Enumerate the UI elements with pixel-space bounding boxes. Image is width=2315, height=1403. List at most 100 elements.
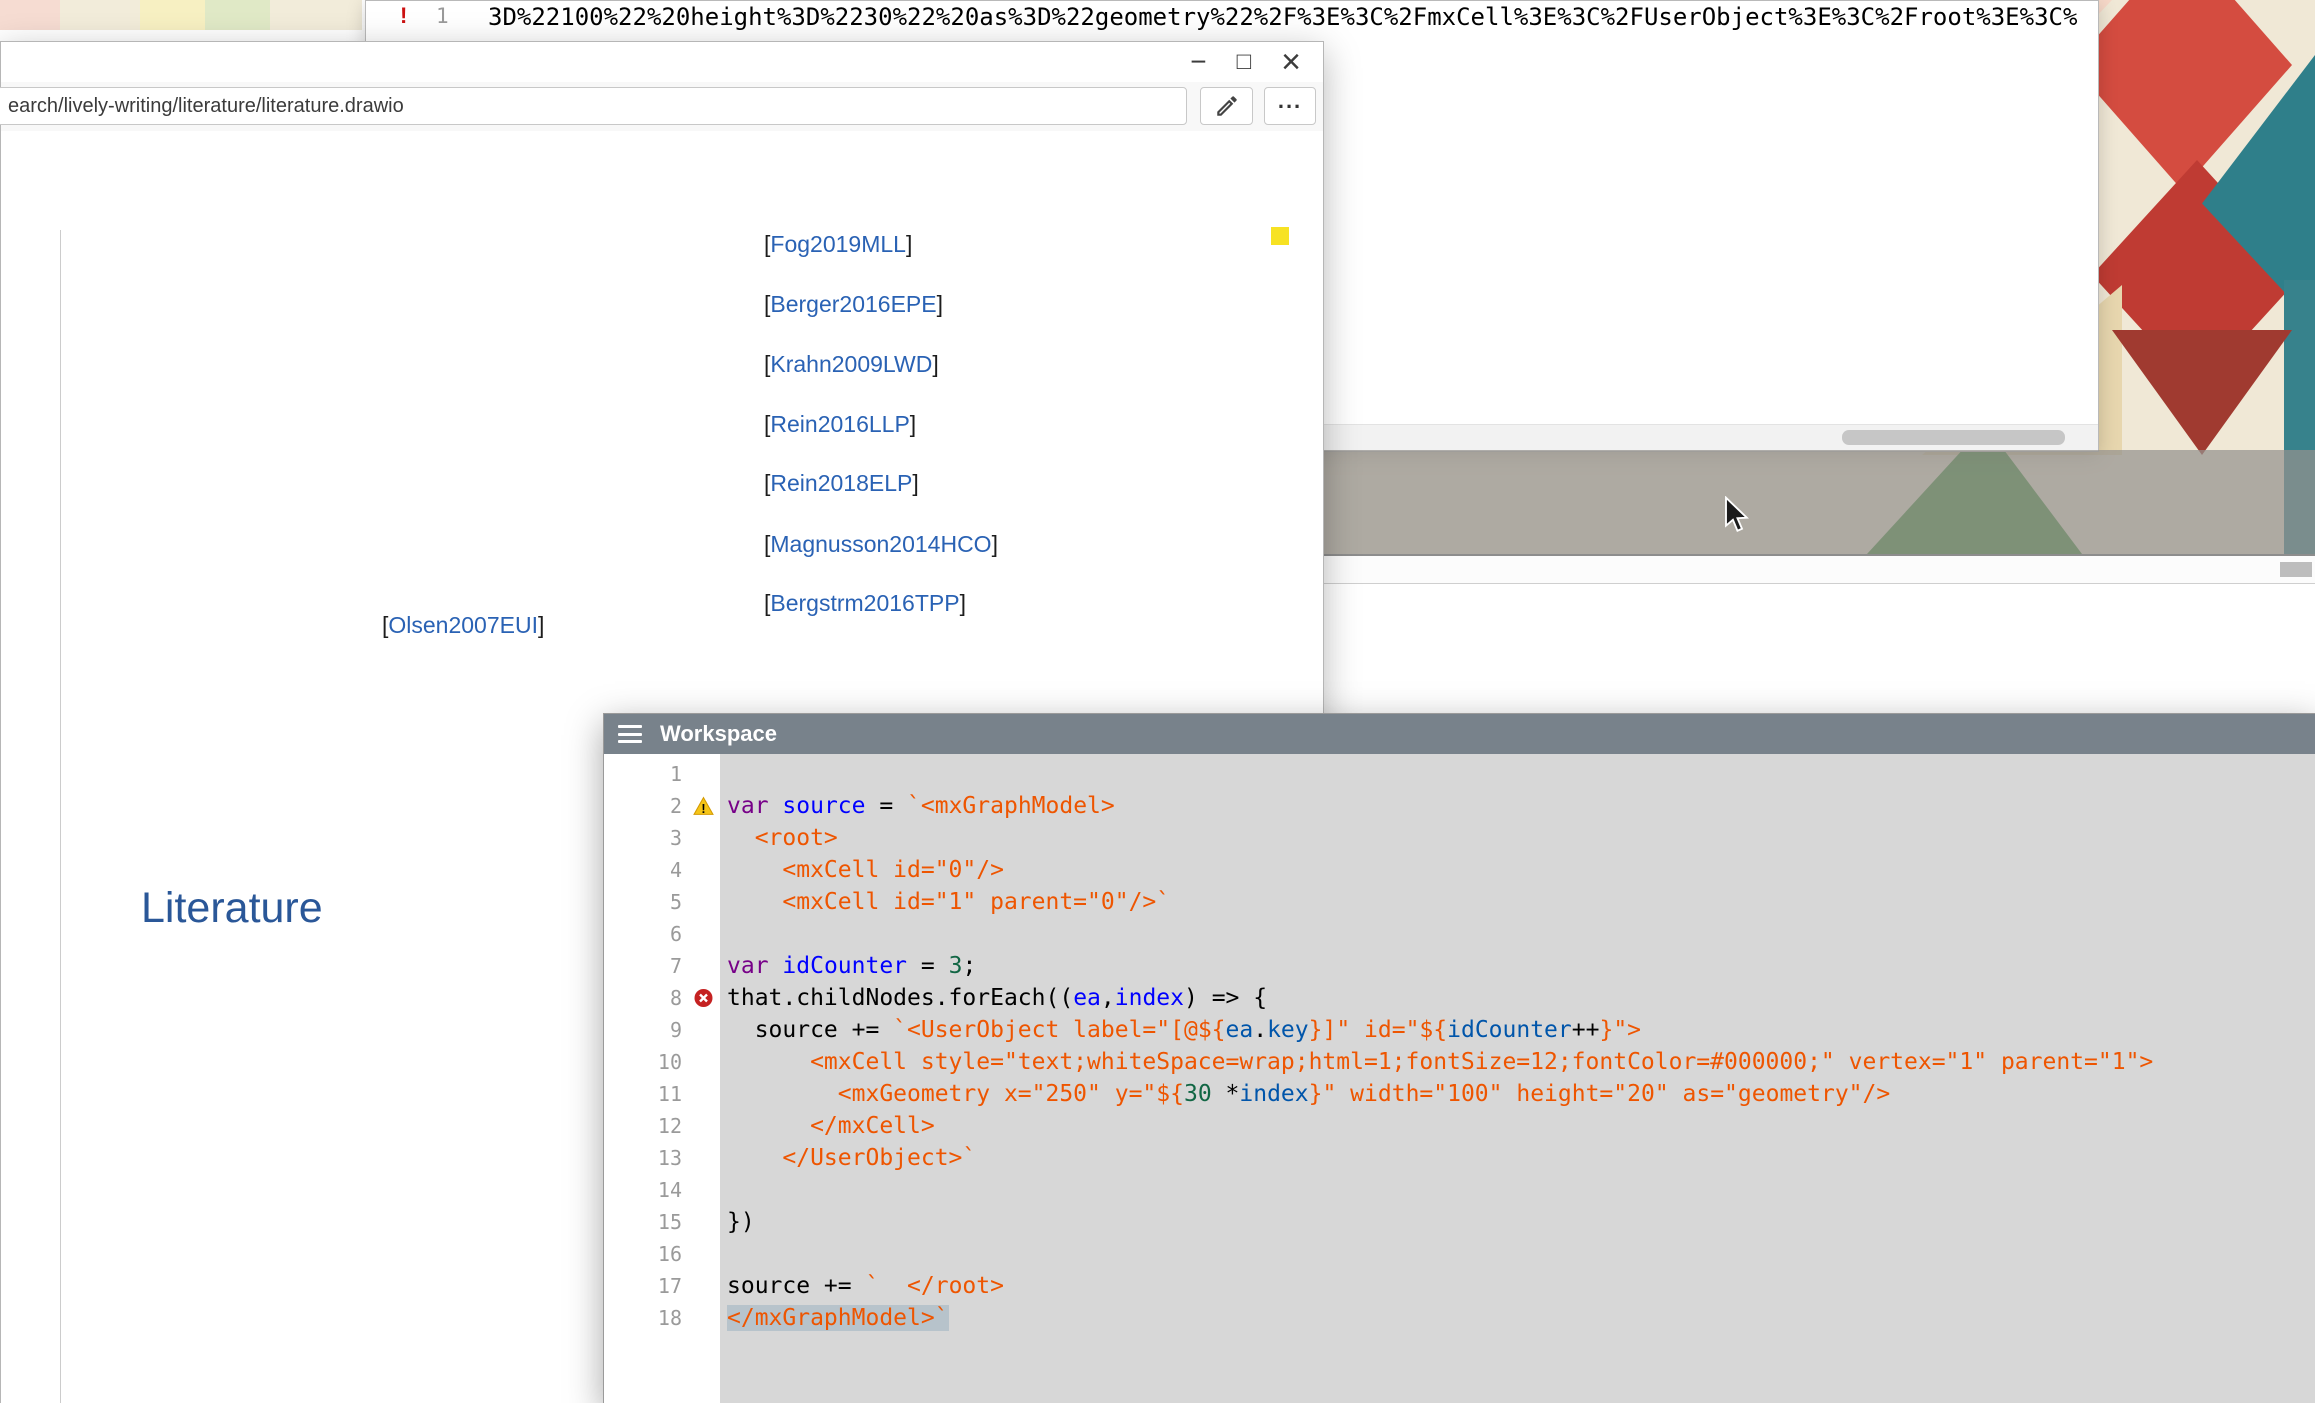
code-token: index	[1239, 1081, 1308, 1107]
code-token: <mxGeometry x="250" y="	[727, 1081, 1156, 1107]
citation-text[interactable]: Olsen2007EUI	[388, 612, 538, 638]
line-number[interactable]: 7	[604, 950, 720, 982]
line-number[interactable]: 6	[604, 918, 720, 950]
code-line[interactable]: <root>	[727, 822, 2315, 854]
mouse-cursor	[1722, 496, 1754, 534]
code-token: ]" id="	[1322, 1017, 1419, 1043]
line-number[interactable]: 5	[604, 886, 720, 918]
code-token: 3	[949, 953, 963, 979]
code-line[interactable]: source += `<UserObject label="[@${ea.key…	[727, 1014, 2315, 1046]
line-number[interactable]: 2!	[604, 790, 720, 822]
code-token: </UserObject>`	[727, 1145, 976, 1171]
code-token: " width="100" height="20" as="geometry"/…	[1322, 1081, 1890, 1107]
code-line[interactable]: </mxCell>	[727, 1110, 2315, 1142]
bracket: ]	[960, 590, 966, 616]
citation-link[interactable]: [Fog2019MLL]	[764, 231, 912, 258]
workspace-code[interactable]: var source = `<mxGraphModel> <root> <mxC…	[720, 754, 2315, 1403]
error-icon	[693, 988, 714, 1008]
line-number[interactable]: 1	[604, 758, 720, 790]
citation-link[interactable]: [Magnusson2014HCO]	[764, 531, 998, 558]
citation-link[interactable]: [Berger2016EPE]	[764, 291, 943, 318]
background-editor-line[interactable]: ! 1 3D%22100%22%20height%3D%2230%22%20as…	[366, 1, 2098, 31]
code-token: ">	[1613, 1017, 1641, 1043]
citation-link[interactable]: [Rein2016LLP]	[764, 411, 916, 438]
bracket: ]	[906, 231, 912, 257]
citation-text[interactable]: Berger2016EPE	[770, 291, 936, 317]
code-token: ${	[1419, 1017, 1447, 1043]
bracket: ]	[910, 411, 916, 437]
code-token: *	[1212, 1081, 1240, 1107]
code-token: that.childNodes.forEach((	[727, 985, 1073, 1011]
workspace-gutter[interactable]: 12!3456789101112131415161718	[604, 754, 720, 1403]
scrollbar-thumb[interactable]	[2280, 562, 2312, 577]
code-token: idCounter	[782, 953, 907, 979]
citation-link[interactable]: [Krahn2009LWD]	[764, 351, 939, 378]
code-token: })	[727, 1209, 755, 1235]
code-line[interactable]	[727, 758, 2315, 790]
citation-link[interactable]: [Bergstrm2016TPP]	[764, 590, 966, 617]
code-token: }	[1309, 1017, 1323, 1043]
code-line[interactable]	[727, 1238, 2315, 1270]
code-line[interactable]	[727, 918, 2315, 950]
citation-text[interactable]: Krahn2009LWD	[770, 351, 932, 377]
line-number[interactable]: 15	[604, 1206, 720, 1238]
scrollbar-thumb[interactable]	[1842, 430, 2065, 445]
citation-link[interactable]: [Olsen2007EUI]	[382, 612, 544, 639]
line-number[interactable]: 9	[604, 1014, 720, 1046]
code-token: idCounter	[1447, 1017, 1572, 1043]
code-token: <mxCell id="1" parent="0"/>`	[727, 889, 1170, 915]
citation-text[interactable]: Fog2019MLL	[770, 231, 906, 257]
code-line[interactable]: <mxCell id="0"/>	[727, 854, 2315, 886]
background-window-area	[1322, 584, 2315, 714]
bracket: ]	[937, 291, 943, 317]
code-token: ${	[1198, 1017, 1226, 1043]
encoded-xml-text: 3D%22100%22%20height%3D%2230%22%20as%3D%…	[488, 3, 2077, 31]
code-line[interactable]: </UserObject>`	[727, 1142, 2315, 1174]
pattern-shape	[2112, 330, 2292, 455]
code-line[interactable]: <mxCell style="text;whiteSpace=wrap;html…	[727, 1046, 2315, 1078]
line-number[interactable]: 3	[604, 822, 720, 854]
workspace-window: Workspace 12!3456789101112131415161718 v…	[603, 713, 2315, 1403]
code-token: <mxCell id="0"/>	[727, 857, 1004, 883]
code-line[interactable]: var idCounter = 3;	[727, 950, 2315, 982]
line-number[interactable]: 16	[604, 1238, 720, 1270]
code-line[interactable]: <mxGeometry x="250" y="${30 *index}" wid…	[727, 1078, 2315, 1110]
bracket: ]	[992, 531, 998, 557]
background-window-scroll-strip	[1322, 556, 2315, 584]
line-number[interactable]: 18	[604, 1302, 720, 1334]
line-number[interactable]: 12	[604, 1110, 720, 1142]
code-line[interactable]	[727, 1174, 2315, 1206]
warning-icon: !	[693, 796, 714, 816]
line-number[interactable]: 17	[604, 1270, 720, 1302]
diagram-title[interactable]: Literature	[141, 884, 323, 933]
svg-text:!: !	[701, 802, 705, 816]
line-number[interactable]: 11	[604, 1078, 720, 1110]
citation-text[interactable]: Bergstrm2016TPP	[770, 590, 959, 616]
code-line[interactable]: <mxCell id="1" parent="0"/>`	[727, 886, 2315, 918]
code-line[interactable]: var source = `<mxGraphModel>	[727, 790, 2315, 822]
code-token: =	[907, 953, 949, 979]
line-number[interactable]: 4	[604, 854, 720, 886]
code-token: ;	[962, 953, 976, 979]
code-token: index	[1115, 985, 1184, 1011]
line-number[interactable]: 8	[604, 982, 720, 1014]
code-line[interactable]: </mxGraphModel>`	[727, 1302, 2315, 1334]
code-token: .	[1253, 1017, 1267, 1043]
hamburger-icon[interactable]	[618, 725, 642, 743]
workspace-title: Workspace	[660, 721, 777, 747]
citation-text[interactable]: Rein2016LLP	[770, 411, 909, 437]
code-line[interactable]: source += ` </root>	[727, 1270, 2315, 1302]
code-token: source	[782, 793, 865, 819]
line-number[interactable]: 10	[604, 1046, 720, 1078]
code-token: </mxGraphModel>`	[727, 1305, 949, 1331]
citation-link[interactable]: [Rein2018ELP]	[764, 470, 919, 497]
line-number[interactable]: 14	[604, 1174, 720, 1206]
line-number[interactable]: 13	[604, 1142, 720, 1174]
code-line[interactable]: that.childNodes.forEach((ea,index) => {	[727, 982, 2315, 1014]
code-token: var	[727, 793, 769, 819]
workspace-titlebar[interactable]: Workspace	[604, 714, 2315, 754]
citation-text[interactable]: Rein2018ELP	[770, 470, 912, 496]
code-token: ) => {	[1184, 985, 1267, 1011]
citation-text[interactable]: Magnusson2014HCO	[770, 531, 991, 557]
code-line[interactable]: })	[727, 1206, 2315, 1238]
